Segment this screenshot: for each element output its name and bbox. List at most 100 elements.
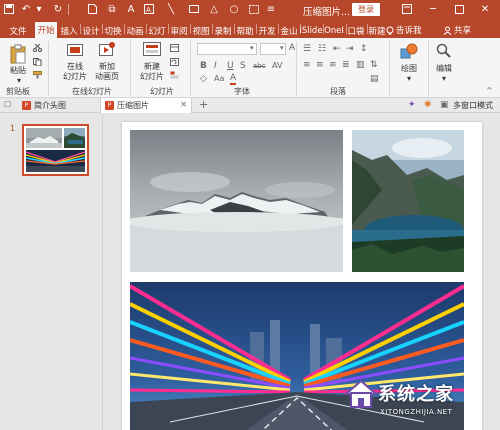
cut-icon[interactable] (33, 43, 42, 52)
settings-icon[interactable]: ✺ (424, 100, 432, 110)
tab-onenote[interactable]: OneI (323, 23, 345, 38)
paste-label: 粘贴 (10, 66, 26, 75)
layout-icon[interactable] (170, 44, 179, 52)
line-spacing-icon[interactable]: ↕ (360, 44, 368, 54)
home-tab-icon[interactable]: ☐ (4, 100, 11, 109)
text-box-icon[interactable]: A (143, 3, 155, 15)
section-icon[interactable] (170, 71, 179, 79)
drawing-icon[interactable] (400, 43, 418, 62)
drawing-dropdown-icon[interactable]: ▾ (405, 74, 413, 84)
tab-help[interactable]: 帮助 (235, 23, 255, 38)
picture-lake[interactable] (352, 130, 464, 272)
tab-view[interactable]: 视图 (191, 23, 211, 38)
font-size-dropdown-icon[interactable]: ▾ (280, 44, 284, 52)
tab-animations[interactable]: 动画 (125, 23, 145, 38)
multi-window-icon[interactable]: ▣ (440, 100, 449, 110)
format-painter-icon[interactable] (33, 71, 42, 79)
clipboard-group-label: 剪贴板 (6, 87, 30, 96)
clear-format-icon[interactable]: ◇ (200, 74, 207, 84)
tab-home[interactable]: 开始 (35, 22, 57, 38)
text-icon[interactable]: A (125, 3, 137, 15)
numbering-icon[interactable]: ☷ (318, 44, 326, 54)
new-icon[interactable] (86, 3, 98, 15)
align-center-icon[interactable]: ≡ (316, 60, 324, 70)
increase-font-icon[interactable]: A (289, 43, 295, 53)
tab-slideshow[interactable]: 幻灯 (147, 23, 167, 38)
ribbon-tabs: 文件 开始 插入 设计 切换 动画 幻灯 审阅 视图 录制 帮助 开发 金山 i… (0, 20, 500, 38)
multi-window-mode-label[interactable]: 多窗口模式 (453, 100, 493, 111)
doc-tab-label: 简介头图 (34, 101, 66, 110)
dashed-rect-icon[interactable] (248, 3, 260, 15)
online-slides-icon[interactable] (67, 42, 83, 61)
ribbon-home: 粘贴 ▾ 剪贴板 在线 幻灯片 新加 动画页 在线幻灯片 新建 幻灯片 幻灯片 … (0, 38, 500, 98)
bold-button[interactable]: B (200, 61, 207, 71)
tab-design[interactable]: 设计 (81, 23, 101, 38)
restore-ribbon-icon[interactable] (400, 2, 414, 16)
rectangle-icon[interactable] (188, 3, 200, 15)
paste-icon[interactable] (10, 44, 26, 67)
undo-icon[interactable]: ↶ (20, 3, 32, 15)
bullets-icon[interactable]: ☰ (303, 44, 311, 54)
islide-icon[interactable]: ✦ (408, 100, 416, 110)
char-spacing-button[interactable]: AV (272, 61, 282, 70)
slide-number: 1 (10, 124, 16, 133)
tab-kingsoft[interactable]: 金山 (279, 23, 299, 38)
tab-developer[interactable]: 开发 (257, 23, 277, 38)
underline-button[interactable]: U (227, 61, 234, 71)
doc-tab-intro[interactable]: P 简介头图 (18, 98, 96, 113)
paste-dropdown-icon[interactable]: ▾ (15, 76, 23, 86)
share-person-icon[interactable] (441, 23, 453, 38)
columns-icon[interactable]: ▥ (356, 60, 365, 70)
find-icon[interactable] (436, 43, 452, 62)
undo-dropdown-icon[interactable]: ▾ (33, 3, 45, 15)
print-preview-icon[interactable]: ⧉ (106, 3, 118, 15)
maximize-icon[interactable] (452, 2, 466, 16)
justify-icon[interactable]: ≣ (342, 60, 350, 70)
picture-mountain[interactable] (130, 130, 343, 272)
editing-dropdown-icon[interactable]: ▾ (440, 74, 448, 84)
slide-thumbnail[interactable] (22, 124, 89, 176)
redo-icon[interactable]: ↻ (52, 3, 64, 15)
minimize-icon[interactable]: ─ (426, 2, 440, 16)
line-icon[interactable]: ╲ (165, 3, 177, 15)
decrease-indent-icon[interactable]: ⇤ (333, 44, 341, 54)
tab-file[interactable]: 文件 (8, 23, 28, 38)
strikethrough-button[interactable]: S (240, 61, 246, 71)
text-shadow-button[interactable]: abc (253, 62, 266, 70)
share-button[interactable]: 共享 (454, 24, 471, 36)
doc-tab-compress[interactable]: P 压缩图片 ✕ (100, 98, 192, 113)
close-icon[interactable]: ✕ (478, 2, 492, 16)
increase-indent-icon[interactable]: ⇥ (346, 44, 354, 54)
tab-pocket[interactable]: 口袋 (346, 23, 366, 38)
tab-islide[interactable]: iSlide (299, 23, 322, 38)
circle-icon[interactable]: ○ (228, 3, 240, 15)
login-button[interactable]: 登录 (352, 3, 380, 16)
new-animation-page-icon[interactable] (99, 42, 115, 61)
new-animation-page-label: 新加 动画页 (95, 62, 119, 81)
add-tab-icon[interactable]: + (199, 98, 208, 111)
lightbulb-icon[interactable] (385, 23, 395, 38)
tell-me-search[interactable]: 告诉我 (396, 24, 422, 36)
new-slide-icon[interactable] (143, 42, 161, 61)
tab-record[interactable]: 录制 (213, 23, 233, 38)
tab-new[interactable]: 新建 (367, 23, 387, 38)
close-tab-icon[interactable]: ✕ (180, 100, 187, 109)
tab-review[interactable]: 审阅 (169, 23, 189, 38)
more-icon[interactable]: ≡ (265, 3, 277, 15)
align-right-icon[interactable]: ≡ (329, 60, 337, 70)
tab-transitions[interactable]: 切换 (103, 23, 123, 38)
font-name-input[interactable] (197, 43, 257, 55)
font-name-dropdown-icon[interactable]: ▾ (250, 44, 254, 52)
change-case-button[interactable]: Aa (214, 74, 224, 83)
triangle-icon[interactable]: △ (208, 3, 220, 15)
collapse-ribbon-icon[interactable]: ^ (486, 86, 493, 95)
align-left-icon[interactable]: ≡ (303, 60, 311, 70)
save-icon[interactable] (3, 3, 15, 15)
smartart-icon[interactable]: ▤ (370, 74, 379, 84)
copy-icon[interactable] (33, 58, 42, 67)
font-color-button[interactable]: A (230, 74, 237, 85)
text-direction-icon[interactable]: ⇅ (370, 60, 378, 70)
reset-icon[interactable] (170, 58, 179, 66)
italic-button[interactable]: I (214, 61, 217, 71)
tab-insert[interactable]: 插入 (59, 23, 79, 38)
